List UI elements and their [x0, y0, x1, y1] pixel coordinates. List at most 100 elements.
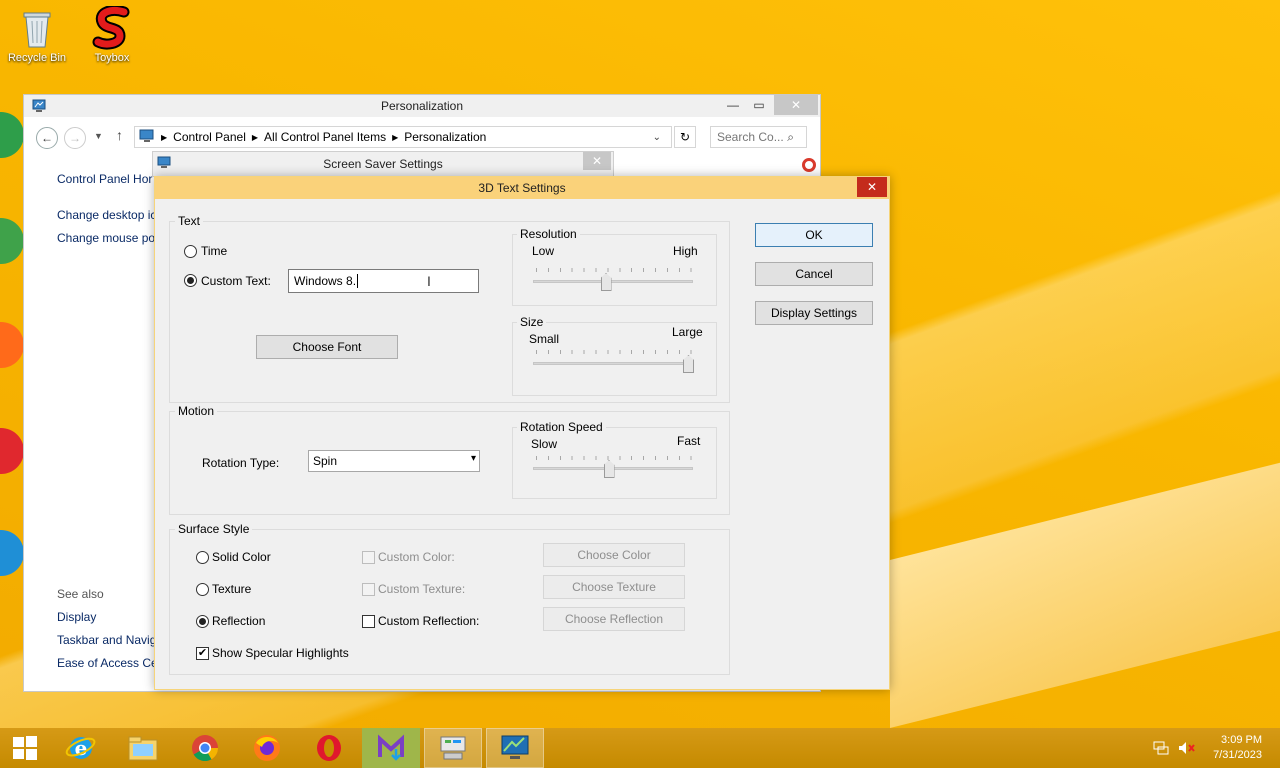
custom-reflection-checkbox[interactable]	[362, 615, 375, 628]
size-small-label: Small	[529, 332, 560, 346]
rotation-type-value: Spin	[313, 454, 338, 468]
help-icon[interactable]	[802, 158, 816, 172]
3d-text-settings-dialog: 3D Text Settings ✕ Text Time Custom Text…	[154, 176, 890, 690]
sidebar-control-panel-home[interactable]: Control Panel Hor	[57, 172, 152, 186]
desktop-icon-label: Toybox	[94, 52, 130, 64]
toybox-icon	[90, 6, 134, 50]
close-button[interactable]: ✕	[774, 95, 818, 115]
rotation-type-label: Rotation Type:	[202, 456, 280, 470]
taskbar-installer[interactable]	[362, 728, 420, 768]
back-button[interactable]: ←	[36, 127, 58, 149]
custom-texture-checkbox[interactable]	[362, 583, 375, 596]
resolution-ticks	[536, 268, 692, 272]
specular-highlights-checkbox[interactable]: ✔	[196, 647, 209, 660]
clock-date: 7/31/2023	[1213, 749, 1262, 761]
address-bar[interactable]: ▶ Control Panel ▶ All Control Panel Item…	[134, 126, 672, 148]
ok-button[interactable]: OK	[755, 223, 873, 247]
control-panel-icon	[139, 129, 155, 146]
personalization-titlebar[interactable]: Personalization — ▭ ✕	[24, 95, 820, 117]
time-label: Time	[201, 244, 228, 258]
chevron-down-icon: ▾	[470, 453, 476, 464]
window-title: Personalization	[380, 99, 464, 113]
texture-radio[interactable]	[196, 583, 209, 596]
address-dropdown-chevron-icon[interactable]: ⌄	[653, 132, 661, 143]
search-icon: ⌕	[787, 129, 794, 144]
minimize-button[interactable]: —	[720, 95, 746, 115]
opera-icon	[317, 735, 341, 761]
choose-color-button[interactable]: Choose Color	[543, 543, 685, 567]
specular-highlights-label: Show Specular Highlights	[212, 646, 349, 660]
clock[interactable]: 3:09 PM 7/31/2023	[1213, 733, 1262, 763]
internet-explorer-icon: e	[65, 736, 96, 760]
custom-texture-label: Custom Texture:	[378, 582, 466, 596]
breadcrumb-control-panel[interactable]: Control Panel	[173, 130, 246, 144]
resolution-low-label: Low	[532, 244, 555, 258]
cancel-button[interactable]: Cancel	[755, 262, 873, 286]
choose-texture-button[interactable]: Choose Texture	[543, 575, 685, 599]
desktop-icon-label: Recycle Bin	[7, 52, 67, 64]
desktop-icon-toybox[interactable]: Toybox	[75, 2, 149, 64]
desktop-icon-recycle-bin[interactable]: Recycle Bin	[0, 2, 74, 64]
recent-pages-chevron-icon[interactable]: ▼	[94, 131, 103, 141]
sidebar-change-mouse-pointers[interactable]: Change mouse po	[57, 231, 155, 245]
reflection-label: Reflection	[212, 614, 266, 628]
resolution-slider-track[interactable]	[533, 280, 693, 283]
see-also-ease-of-access[interactable]: Ease of Access Cer	[57, 656, 162, 670]
solid-color-radio[interactable]	[196, 551, 209, 564]
dialog-close-button[interactable]: ✕	[857, 177, 887, 197]
resolution-high-label: High	[673, 244, 698, 258]
time-radio[interactable]	[184, 245, 197, 258]
custom-color-checkbox[interactable]	[362, 551, 375, 564]
size-slider-track[interactable]	[533, 362, 693, 365]
text-caret	[357, 274, 362, 288]
i-beam-cursor-icon: I	[427, 273, 431, 289]
see-also-taskbar[interactable]: Taskbar and Navig	[57, 633, 156, 647]
see-also-display[interactable]: Display	[57, 610, 96, 624]
breadcrumb-all-items[interactable]: All Control Panel Items	[264, 130, 386, 144]
solid-color-label: Solid Color	[212, 550, 271, 564]
taskbar-opera[interactable]	[300, 728, 358, 768]
taskbar-chrome[interactable]	[176, 728, 234, 768]
folder-icon	[128, 736, 158, 761]
display-settings-button[interactable]: Display Settings	[755, 301, 873, 325]
maximize-button[interactable]: ▭	[746, 95, 772, 115]
recycle-bin-icon	[15, 6, 59, 50]
installer-icon	[378, 734, 404, 761]
taskbar-internet-explorer[interactable]: e	[52, 728, 110, 768]
choose-reflection-button[interactable]: Choose Reflection	[543, 607, 685, 631]
custom-text-radio[interactable]	[184, 274, 197, 287]
custom-reflection-label: Custom Reflection:	[378, 614, 480, 628]
chrome-icon	[192, 735, 219, 762]
screen-saver-close-button[interactable]: ✕	[583, 152, 611, 170]
search-input[interactable]: Search Co... ⌕	[710, 126, 807, 148]
rotation-speed-label: Rotation Speed	[517, 420, 606, 434]
choose-font-button[interactable]: Choose Font	[256, 335, 398, 359]
rotation-type-select[interactable]: Spin ▾	[308, 450, 480, 472]
rotation-speed-fast-label: Fast	[677, 434, 701, 448]
taskbar-file-explorer[interactable]	[114, 728, 172, 768]
network-icon[interactable]	[1153, 741, 1169, 758]
custom-text-input[interactable]: Windows 8.	[288, 269, 479, 293]
taskbar-control-panel[interactable]	[424, 728, 482, 768]
size-label: Size	[517, 315, 547, 329]
breadcrumb-personalization[interactable]: Personalization	[404, 130, 486, 144]
taskbar-firefox[interactable]	[238, 728, 296, 768]
start-button[interactable]	[0, 728, 50, 768]
screen-saver-title: Screen Saver Settings	[323, 157, 443, 171]
monitor-icon	[501, 735, 529, 759]
volume-muted-icon[interactable]	[1178, 741, 1196, 758]
reflection-radio[interactable]	[196, 615, 209, 628]
clock-time: 3:09 PM	[1221, 734, 1262, 746]
dialog-titlebar[interactable]: 3D Text Settings ✕	[155, 177, 889, 199]
size-large-label: Large	[672, 325, 703, 339]
rotation-speed-ticks	[536, 456, 692, 460]
up-arrow-icon[interactable]: ↑	[116, 127, 123, 143]
size-ticks	[536, 350, 692, 354]
search-placeholder: Search Co...	[717, 130, 784, 144]
rotation-speed-slow-label: Slow	[531, 437, 558, 451]
custom-text-value: Windows 8.	[294, 274, 357, 288]
forward-button[interactable]: →	[64, 127, 86, 149]
refresh-button[interactable]: ↻	[674, 126, 696, 148]
taskbar-personalization[interactable]	[486, 728, 544, 768]
sidebar-change-desktop-icons[interactable]: Change desktop ic	[57, 208, 156, 222]
